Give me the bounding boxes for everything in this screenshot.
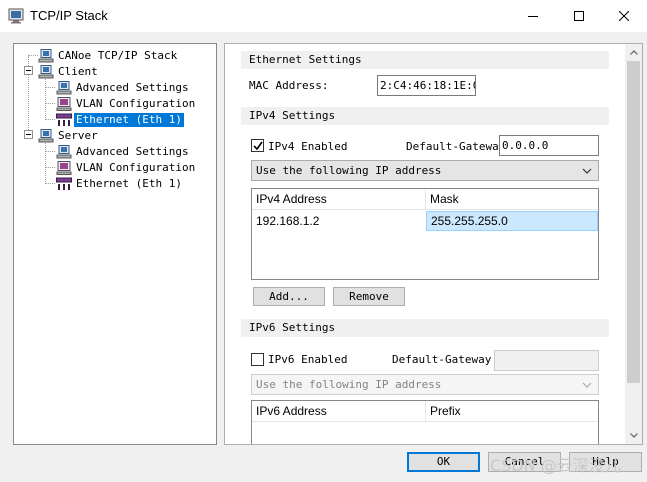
chevron-down-icon	[582, 168, 592, 174]
ipv4-enabled-label: IPv4 Enabled	[268, 140, 348, 153]
mac-address-label: MAC Address:	[249, 79, 329, 92]
tree-label-client: Client	[58, 64, 98, 78]
tree-line	[45, 103, 55, 104]
ipv6-address-table[interactable]: IPv6 Address Prefix	[251, 400, 599, 444]
ok-button[interactable]: OK	[407, 452, 480, 472]
ipv6-address-column-header[interactable]: IPv6 Address	[252, 401, 426, 422]
ipv4-address-cell[interactable]: 192.168.1.2	[252, 211, 426, 231]
computer-icon	[56, 80, 72, 94]
tree-item-server-vlan[interactable]: VLAN Configuration	[56, 160, 197, 175]
minimize-button[interactable]	[510, 0, 556, 31]
network-icon	[56, 177, 72, 190]
expand-client-toggle[interactable]	[24, 66, 33, 75]
vlan-icon	[56, 96, 72, 111]
close-button[interactable]	[601, 0, 647, 31]
prefix-column-header[interactable]: Prefix	[426, 401, 598, 422]
chevron-down-icon	[582, 382, 592, 388]
ipv6-section-header: IPv6 Settings	[241, 319, 609, 337]
maximize-icon	[574, 10, 584, 21]
checkmark-icon	[253, 141, 263, 151]
chevron-up-icon	[629, 50, 638, 55]
tree-item-client-advanced[interactable]: Advanced Settings	[56, 80, 191, 95]
tree-label-server: Server	[58, 128, 98, 142]
tree-item-client[interactable]: Client	[38, 64, 100, 79]
ipv4-enabled-checkbox[interactable]	[251, 139, 264, 152]
settings-tree[interactable]: CANoe TCP/IP Stack Client Advanced Setti…	[13, 43, 217, 445]
ipv4-gateway-label: Default-Gateway:	[406, 140, 512, 153]
computer-icon	[38, 64, 54, 78]
tree-item-server-advanced[interactable]: Advanced Settings	[56, 144, 191, 159]
ipv4-address-column-header[interactable]: IPv4 Address	[252, 189, 426, 210]
tree-line	[45, 183, 55, 184]
mac-address-field[interactable]: 2:C4:46:18:1E:00	[377, 75, 476, 96]
watermark: CSDN @云深没儿	[490, 456, 621, 475]
scrollbar-thumb[interactable]	[627, 61, 640, 383]
ipv6-mode-dropdown[interactable]: Use the following IP address	[251, 374, 599, 395]
chevron-down-icon	[629, 433, 638, 438]
tree-line	[45, 87, 55, 88]
settings-panel: Ethernet Settings MAC Address: 2:C4:46:1…	[224, 43, 643, 445]
tree-item-root[interactable]: CANoe TCP/IP Stack	[38, 48, 179, 63]
ipv4-mode-dropdown[interactable]: Use the following IP address	[251, 160, 599, 181]
tree-line	[45, 119, 55, 120]
ipv6-gateway-label: Default-Gateway:	[392, 353, 498, 366]
tree-item-client-vlan[interactable]: VLAN Configuration	[56, 96, 197, 111]
tree-label: VLAN Configuration	[76, 96, 196, 110]
network-icon	[56, 113, 72, 126]
tree-label: Ethernet (Eth 1)	[76, 176, 182, 190]
mask-cell[interactable]: 255.255.255.0	[426, 211, 598, 231]
ipv6-gateway-field[interactable]	[494, 350, 599, 371]
computer-icon	[38, 128, 54, 142]
tree-item-server-ethernet[interactable]: Ethernet (Eth 1)	[56, 176, 184, 191]
tree-line	[45, 140, 46, 184]
ipv6-enabled-label: IPv6 Enabled	[268, 353, 348, 366]
computer-icon	[56, 144, 72, 158]
computer-icon	[38, 48, 54, 62]
dialog-body: CANoe TCP/IP Stack Client Advanced Setti…	[0, 32, 647, 482]
vlan-icon	[56, 160, 72, 175]
ipv4-address-table[interactable]: IPv4 Address Mask 192.168.1.2 255.255.25…	[251, 188, 599, 280]
title-bar: TCP/IP Stack	[0, 0, 647, 32]
tree-line	[45, 151, 55, 152]
expand-server-toggle[interactable]	[24, 130, 33, 139]
tree-label: VLAN Configuration	[76, 160, 196, 174]
ipv6-enabled-checkbox[interactable]	[251, 353, 264, 366]
scroll-up-button[interactable]	[625, 44, 642, 61]
tree-item-client-ethernet[interactable]: Ethernet (Eth 1)	[56, 111, 185, 128]
scroll-down-button[interactable]	[625, 427, 642, 444]
tree-line	[45, 167, 55, 168]
tree-line	[28, 55, 38, 56]
settings-scrollbar[interactable]	[625, 44, 642, 444]
ipv4-mode-value: Use the following IP address	[256, 164, 442, 177]
ipv4-section-header: IPv4 Settings	[241, 107, 609, 125]
ipv4-gateway-field[interactable]: 0.0.0.0	[499, 135, 599, 156]
tree-item-server[interactable]: Server	[38, 128, 100, 143]
remove-ipv4-button[interactable]: Remove	[333, 287, 405, 306]
tree-label: Advanced Settings	[76, 144, 189, 158]
minimize-icon	[528, 15, 538, 17]
close-icon	[619, 10, 629, 21]
tree-line	[45, 76, 46, 120]
maximize-button[interactable]	[556, 0, 602, 31]
mask-column-header[interactable]: Mask	[426, 189, 598, 210]
ethernet-section-header: Ethernet Settings	[241, 51, 609, 69]
tree-label-root: CANoe TCP/IP Stack	[58, 48, 178, 62]
add-ipv4-button[interactable]: Add...	[253, 287, 325, 306]
window-title: TCP/IP Stack	[30, 8, 108, 23]
ipv6-mode-value: Use the following IP address	[256, 378, 442, 391]
tree-label-selected: Ethernet (Eth 1)	[73, 111, 185, 128]
tree-label: Advanced Settings	[76, 80, 189, 94]
app-icon	[8, 8, 24, 24]
